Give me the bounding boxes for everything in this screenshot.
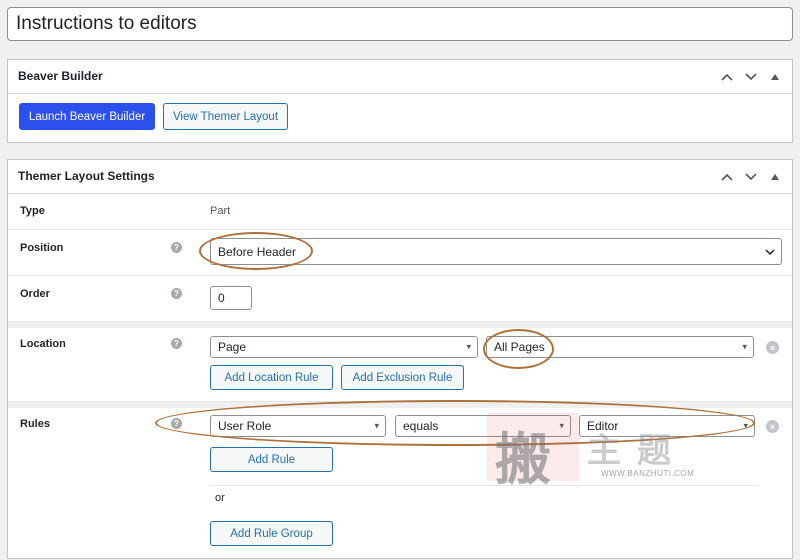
- position-label: Position: [20, 242, 64, 254]
- type-label: Type: [20, 205, 45, 217]
- rule-value-select[interactable]: Editor ▾: [579, 415, 755, 437]
- position-select-value: Before Header: [218, 244, 297, 259]
- chevron-up-icon[interactable]: [716, 67, 738, 87]
- order-input[interactable]: 0: [210, 286, 252, 310]
- rule-operator-value: equals: [403, 419, 439, 433]
- chevron-down-icon[interactable]: [740, 67, 762, 87]
- chevron-down-icon: ▾: [374, 420, 379, 431]
- settings-header: Themer Layout Settings: [8, 160, 792, 194]
- help-icon[interactable]: ?: [171, 242, 182, 253]
- rule-operator-select[interactable]: equals ▾: [395, 415, 571, 437]
- beaver-builder-header: Beaver Builder: [8, 60, 792, 94]
- location-select[interactable]: Page ▾: [210, 336, 478, 358]
- triangle-up-icon[interactable]: [764, 167, 786, 187]
- rule-field-value: User Role: [218, 419, 272, 433]
- help-icon[interactable]: ?: [171, 338, 182, 349]
- location-sub-select-value: All Pages: [494, 340, 545, 354]
- or-text: or: [215, 492, 225, 504]
- launch-beaver-builder-button[interactable]: Launch Beaver Builder: [19, 103, 155, 130]
- rule-group-divider: [210, 485, 758, 486]
- chevron-up-icon[interactable]: [716, 167, 738, 187]
- remove-rule-icon[interactable]: ×: [766, 341, 779, 354]
- post-title-input[interactable]: Instructions to editors: [7, 7, 793, 41]
- chevron-down-icon: ▾: [559, 420, 564, 431]
- chevron-down-icon: [765, 247, 775, 257]
- position-row: Position ? Before Header: [8, 230, 792, 276]
- chevron-down-icon: ▾: [742, 341, 747, 352]
- chevron-down-icon: ▾: [743, 420, 748, 431]
- type-value: Part: [210, 205, 231, 217]
- add-rule-button[interactable]: Add Rule: [210, 447, 333, 472]
- beaver-builder-box: Beaver Builder Launch Beaver Builder Vie…: [7, 59, 793, 143]
- location-row: Location ? Page ▾ All Pages ▾ × Add Loca…: [8, 328, 792, 402]
- add-exclusion-rule-button[interactable]: Add Exclusion Rule: [341, 365, 464, 390]
- box-actions: [716, 67, 786, 87]
- type-row: Type Part: [8, 194, 792, 230]
- rules-label: Rules: [20, 418, 50, 430]
- chevron-down-icon[interactable]: [740, 167, 762, 187]
- location-label: Location: [20, 338, 66, 350]
- location-select-value: Page: [218, 340, 247, 354]
- add-rule-group-button[interactable]: Add Rule Group: [210, 521, 333, 546]
- remove-rule-icon[interactable]: ×: [766, 420, 779, 433]
- triangle-up-icon[interactable]: [764, 67, 786, 87]
- add-location-rule-button[interactable]: Add Location Rule: [210, 365, 333, 390]
- location-sub-select[interactable]: All Pages ▾: [486, 336, 754, 358]
- order-row: Order ? 0: [8, 276, 792, 322]
- chevron-down-icon: ▾: [466, 341, 471, 352]
- position-select[interactable]: Before Header: [210, 238, 782, 265]
- beaver-builder-title: Beaver Builder: [18, 69, 103, 83]
- help-icon[interactable]: ?: [171, 418, 182, 429]
- rule-field-select[interactable]: User Role ▾: [210, 415, 386, 437]
- settings-title: Themer Layout Settings: [18, 169, 155, 183]
- box-actions: [716, 167, 786, 187]
- themer-layout-settings-box: Themer Layout Settings Type Part Positio…: [7, 159, 793, 559]
- view-themer-layout-button[interactable]: View Themer Layout: [163, 103, 288, 130]
- rules-row: Rules ? User Role ▾ equals ▾ Editor ▾ × …: [8, 408, 792, 560]
- order-label: Order: [20, 288, 50, 300]
- rule-value-value: Editor: [587, 419, 619, 433]
- help-icon[interactable]: ?: [171, 288, 182, 299]
